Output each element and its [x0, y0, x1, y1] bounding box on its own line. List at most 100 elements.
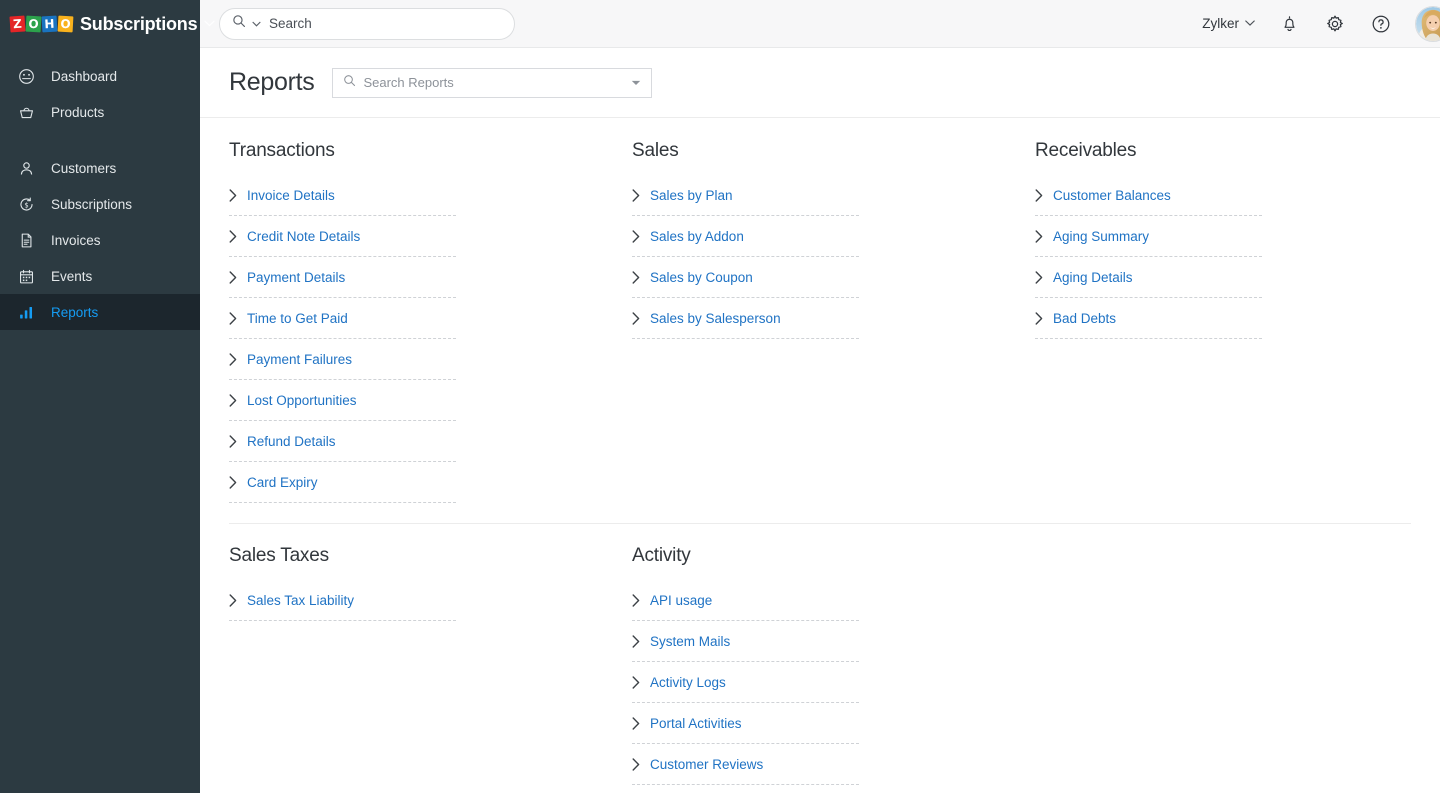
report-link-label: Customer Balances — [1053, 187, 1171, 203]
organization-chevron-down-icon — [1245, 18, 1255, 29]
report-link-customer-reviews[interactable]: Customer Reviews — [632, 744, 859, 785]
report-link-activity-logs[interactable]: Activity Logs — [632, 662, 859, 703]
sidebar-item-invoices[interactable]: Invoices — [0, 222, 200, 258]
sidebar-item-label: Dashboard — [51, 68, 118, 84]
section-sales: Sales Sales by Plan Sales by Addon Sales… — [632, 140, 1035, 503]
report-link-time-to-get-paid[interactable]: Time to Get Paid — [229, 298, 456, 339]
main-area: Zylker — [200, 0, 1440, 793]
report-link-label: Card Expiry — [247, 474, 318, 490]
sidebar-item-label: Events — [51, 268, 93, 284]
chevron-right-icon — [229, 593, 247, 607]
report-link-label: Portal Activities — [650, 715, 742, 731]
top-bar: Zylker — [200, 0, 1440, 48]
search-scope-chevron-down-icon[interactable] — [252, 19, 261, 29]
chevron-right-icon — [632, 311, 650, 325]
report-link-label: Activity Logs — [650, 674, 726, 690]
report-link-payment-details[interactable]: Payment Details — [229, 257, 456, 298]
report-search-chevron-down-icon[interactable] — [631, 78, 641, 88]
report-link-bad-debts[interactable]: Bad Debts — [1035, 298, 1262, 339]
report-link-label: Aging Summary — [1053, 228, 1150, 244]
report-list: Sales by Plan Sales by Addon Sales by Co… — [632, 175, 859, 339]
search-icon — [343, 74, 356, 92]
sidebar-item-customers[interactable]: Customers — [0, 150, 200, 186]
sidebar-item-label: Products — [51, 104, 105, 120]
chevron-right-icon — [632, 675, 650, 689]
search-input[interactable] — [269, 16, 502, 31]
calendar-icon — [18, 268, 40, 285]
product-name: Subscriptions — [80, 13, 198, 34]
chevron-right-icon — [632, 593, 650, 607]
report-link-credit-note-details[interactable]: Credit Note Details — [229, 216, 456, 257]
organization-name: Zylker — [1202, 16, 1239, 31]
help-question-icon[interactable] — [1369, 12, 1393, 36]
app-window: Z O H O Subscriptions Dashboard Products… — [0, 0, 1440, 793]
report-link-payment-failures[interactable]: Payment Failures — [229, 339, 456, 380]
brand-logo[interactable]: Z O H O Subscriptions — [0, 0, 216, 48]
sidebar-item-subscriptions[interactable]: $ Subscriptions — [0, 186, 200, 222]
user-icon — [18, 160, 40, 177]
reports-grid-top: Transactions Invoice Details Credit Note… — [229, 140, 1438, 503]
sidebar: Z O H O Subscriptions Dashboard Products… — [0, 0, 216, 793]
report-link-label: Payment Details — [247, 269, 346, 285]
report-link-card-expiry[interactable]: Card Expiry — [229, 462, 456, 503]
organization-menu[interactable]: Zylker — [1202, 16, 1255, 31]
report-link-label: Sales by Salesperson — [650, 310, 781, 326]
report-link-api-usage[interactable]: API usage — [632, 580, 859, 621]
sidebar-item-label: Reports — [51, 304, 99, 320]
chevron-right-icon — [229, 434, 247, 448]
report-link-label: Sales Tax Liability — [247, 592, 355, 608]
logo-tile-o2: O — [57, 15, 74, 33]
report-link-sales-tax-liability[interactable]: Sales Tax Liability — [229, 580, 456, 621]
settings-gear-icon[interactable] — [1323, 12, 1347, 36]
sidebar-item-label: Invoices — [51, 232, 101, 248]
report-search[interactable] — [332, 67, 653, 98]
notification-bell-icon[interactable] — [1277, 12, 1301, 36]
brand-chevron-down-icon[interactable] — [204, 18, 216, 30]
report-link-customer-balances[interactable]: Customer Balances — [1035, 175, 1262, 216]
chevron-right-icon — [1035, 270, 1053, 284]
report-link-aging-summary[interactable]: Aging Summary — [1035, 216, 1262, 257]
section-title: Sales Taxes — [229, 545, 329, 566]
report-link-label: Sales by Coupon — [650, 269, 753, 285]
section-sales-taxes: Sales Taxes Sales Tax Liability — [229, 545, 632, 785]
chevron-right-icon — [1035, 188, 1053, 202]
global-search[interactable] — [219, 7, 515, 40]
report-link-label: Credit Note Details — [247, 228, 361, 244]
report-link-label: Aging Details — [1053, 269, 1133, 285]
report-link-label: Time to Get Paid — [247, 310, 348, 326]
sidebar-item-dashboard[interactable]: Dashboard — [0, 58, 200, 94]
report-link-label: Refund Details — [247, 433, 336, 449]
report-link-label: Lost Opportunities — [247, 392, 357, 408]
report-link-invoice-details[interactable]: Invoice Details — [229, 175, 456, 216]
document-icon — [18, 232, 40, 249]
report-link-system-mails[interactable]: System Mails — [632, 621, 859, 662]
report-link-portal-activities[interactable]: Portal Activities — [632, 703, 859, 744]
chevron-right-icon — [632, 716, 650, 730]
bar-chart-icon — [18, 304, 40, 321]
chevron-right-icon — [229, 270, 247, 284]
basket-icon — [18, 104, 40, 121]
avatar[interactable] — [1415, 5, 1440, 42]
report-link-sales-by-coupon[interactable]: Sales by Coupon — [632, 257, 859, 298]
top-bar-actions: Zylker — [1202, 5, 1440, 42]
section-title: Activity — [632, 545, 691, 566]
report-link-sales-by-salesperson[interactable]: Sales by Salesperson — [632, 298, 859, 339]
report-search-input[interactable] — [363, 75, 625, 90]
report-link-refund-details[interactable]: Refund Details — [229, 421, 456, 462]
chevron-right-icon — [632, 270, 650, 284]
chevron-right-icon — [1035, 229, 1053, 243]
sidebar-item-products[interactable]: Products — [0, 94, 200, 130]
report-link-lost-opportunities[interactable]: Lost Opportunities — [229, 380, 456, 421]
report-link-label: System Mails — [650, 633, 731, 649]
chevron-right-icon — [632, 634, 650, 648]
report-link-sales-by-addon[interactable]: Sales by Addon — [632, 216, 859, 257]
sidebar-item-events[interactable]: Events — [0, 258, 200, 294]
report-link-aging-details[interactable]: Aging Details — [1035, 257, 1262, 298]
section-title: Receivables — [1035, 140, 1137, 161]
svg-text:$: $ — [24, 201, 28, 209]
report-link-sales-by-plan[interactable]: Sales by Plan — [632, 175, 859, 216]
logo-tile-o1: O — [25, 15, 42, 33]
section-empty-placeholder — [1035, 545, 1438, 785]
sidebar-item-reports[interactable]: Reports — [0, 294, 200, 330]
report-list: Sales Tax Liability — [229, 580, 456, 621]
